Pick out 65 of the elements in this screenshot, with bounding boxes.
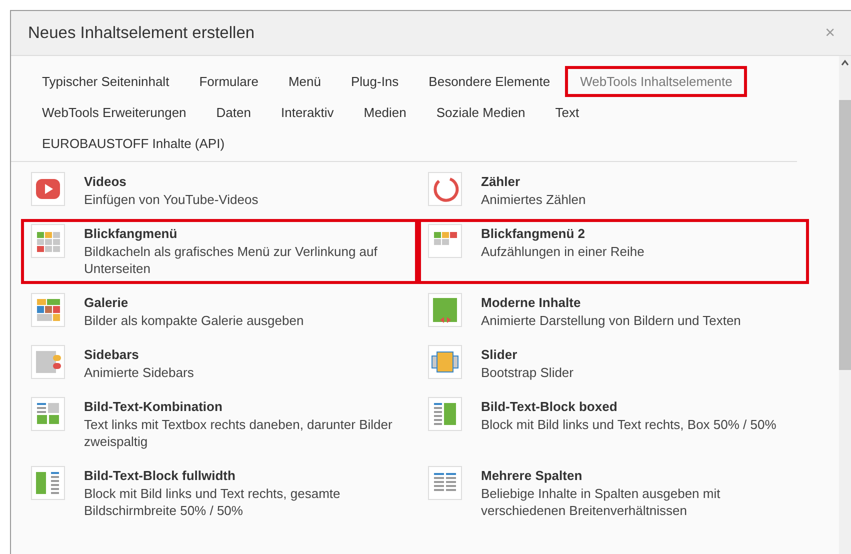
scrollbar[interactable] bbox=[839, 56, 851, 554]
play-icon bbox=[31, 172, 65, 206]
tab[interactable]: Interaktiv bbox=[266, 97, 349, 128]
slider-icon bbox=[428, 345, 462, 379]
tab[interactable]: Daten bbox=[201, 97, 266, 128]
scroll-thumb[interactable] bbox=[839, 100, 851, 370]
element-title: Sidebars bbox=[84, 346, 140, 364]
tab[interactable]: Menü bbox=[273, 66, 336, 97]
element-option[interactable]: Zähler Animiertes Zählen bbox=[418, 167, 809, 215]
element-title: Bild-Text-Block boxed bbox=[481, 398, 618, 416]
tab[interactable]: Text bbox=[540, 97, 594, 128]
text-image-icon bbox=[31, 397, 65, 431]
element-title: Blickfangmenü 2 bbox=[481, 225, 586, 243]
image-arrows-icon bbox=[428, 293, 462, 327]
element-title: Slider bbox=[481, 346, 518, 364]
element-description: Einfügen von YouTube-Videos bbox=[84, 191, 258, 208]
tab[interactable]: EUROBAUSTOFF Inhalte (API) bbox=[27, 128, 240, 159]
element-description: Aufzählungen in einer Reihe bbox=[481, 243, 644, 260]
element-description: Beliebige Inhalte in Spalten ausgeben mit verschiedenen Breitenverhältnissen bbox=[481, 485, 722, 519]
element-description: Bilder als kompakte Galerie ausgeben bbox=[84, 312, 304, 329]
dialog-title: Neues Inhaltselement erstellen bbox=[28, 24, 255, 42]
scroll-up-icon[interactable] bbox=[841, 59, 849, 67]
element-option[interactable]: Bild-Text-Block fullwidth Block mit Bild links und Text rechts, gesamte Bildschirmbreite 50% / 50% bbox=[21, 461, 418, 526]
element-option[interactable]: Sidebars Animierte Sidebars bbox=[21, 340, 418, 388]
element-title: Bild-Text-Block fullwidth bbox=[84, 467, 236, 485]
element-title: Moderne Inhalte bbox=[481, 294, 582, 312]
element-title: Galerie bbox=[84, 294, 130, 312]
element-description: Block mit Bild links und Text rechts, gesamte Bildschirmbreite 50% / 50% bbox=[84, 485, 342, 519]
element-description: Animiertes Zählen bbox=[481, 191, 586, 208]
element-title: Zähler bbox=[481, 173, 522, 191]
element-description: Block mit Bild links und Text rechts, Box 50% / 50% bbox=[481, 416, 776, 433]
sidebar-icon bbox=[31, 345, 65, 379]
element-description: Text links mit Textbox rechts daneben, darunter Bilder zweispaltig bbox=[84, 416, 394, 450]
tab[interactable]: Medien bbox=[348, 97, 422, 128]
tile-grid-icon bbox=[31, 224, 65, 258]
element-option[interactable]: Galerie Bilder als kompakte Galerie ausgeben bbox=[21, 288, 418, 336]
gallery-icon bbox=[31, 293, 65, 327]
element-option[interactable]: Moderne Inhalte Animierte Darstellung von Bildern und Texten bbox=[418, 288, 809, 336]
element-option[interactable]: Mehrere Spalten Beliebige Inhalte in Spalten ausgeben mit verschiedenen Breitenverhältnissen bbox=[418, 461, 809, 526]
image-text-icon bbox=[31, 466, 65, 500]
element-description: Bildkacheln als grafisches Menü zur Verlinkung auf Unterseiten bbox=[84, 243, 378, 277]
element-title: Mehrere Spalten bbox=[481, 467, 584, 485]
element-title: Bild-Text-Kombination bbox=[84, 398, 224, 416]
element-option[interactable]: Videos Einfügen von YouTube-Videos bbox=[21, 167, 418, 215]
tab[interactable]: Typischer Seiteninhalt bbox=[27, 66, 184, 97]
element-option[interactable]: Blickfangmenü Bildkacheln als grafisches Menü zur Verlinkung auf Unterseiten bbox=[21, 219, 418, 284]
tab[interactable]: Plug-Ins bbox=[336, 66, 414, 97]
element-title: Blickfangmenü bbox=[84, 225, 178, 243]
element-description: Animierte Sidebars bbox=[84, 364, 194, 381]
tab[interactable]: Besondere Elemente bbox=[414, 66, 566, 97]
tile-grid-icon bbox=[428, 224, 462, 258]
tab[interactable]: WebTools Inhaltselemente bbox=[565, 66, 748, 97]
element-option[interactable]: Slider Bootstrap Slider bbox=[418, 340, 809, 388]
element-option[interactable]: Bild-Text-Block boxed Block mit Bild links und Text rechts, Box 50% / 50% bbox=[418, 392, 809, 457]
element-option[interactable]: Bild-Text-Kombination Text links mit Textbox rechts daneben, darunter Bilder zweispaltig bbox=[21, 392, 418, 457]
element-description: Animierte Darstellung von Bildern und Texten bbox=[481, 312, 741, 329]
text-image-icon bbox=[428, 397, 462, 431]
element-option[interactable]: Blickfangmenü 2 Aufzählungen in einer Reihe bbox=[418, 219, 809, 284]
tab[interactable]: WebTools Erweiterungen bbox=[27, 97, 202, 128]
element-description: Bootstrap Slider bbox=[481, 364, 574, 381]
ring-icon bbox=[428, 172, 462, 206]
tab[interactable]: Formulare bbox=[184, 66, 274, 97]
tab[interactable]: Soziale Medien bbox=[421, 97, 540, 128]
columns-icon bbox=[428, 466, 462, 500]
element-title: Videos bbox=[84, 173, 128, 191]
